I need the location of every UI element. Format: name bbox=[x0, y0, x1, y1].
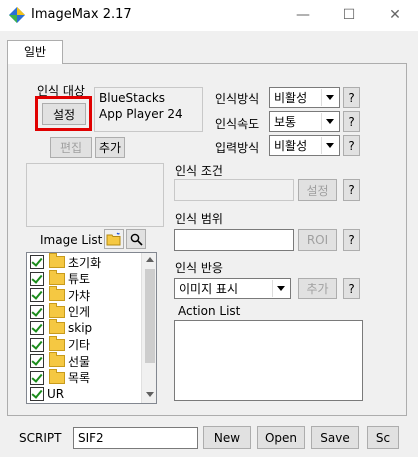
recog-speed-help-button[interactable]: ? bbox=[343, 111, 360, 132]
list-item-label: 목록 bbox=[68, 371, 91, 386]
folder-icon bbox=[49, 302, 65, 318]
folder-icon bbox=[49, 335, 65, 351]
image-preview bbox=[26, 163, 164, 227]
checkbox[interactable] bbox=[30, 255, 44, 270]
target-add-button[interactable]: 추가 bbox=[95, 137, 125, 158]
input-method-value: 비활성 bbox=[274, 139, 308, 153]
title-bar: ImageMax 2.17 — ☐ ✕ bbox=[0, 0, 418, 31]
checkbox[interactable] bbox=[30, 288, 44, 303]
recog-speed-select[interactable]: 보통 bbox=[269, 111, 340, 132]
input-method-label: 입력방식 bbox=[215, 141, 260, 155]
checkbox[interactable] bbox=[30, 337, 44, 352]
list-item-label: 기타 bbox=[68, 338, 91, 353]
list-item[interactable]: 가챠 bbox=[30, 286, 140, 304]
new-folder-icon bbox=[106, 232, 121, 246]
range-help-button[interactable]: ? bbox=[343, 229, 360, 251]
reaction-value: 이미지 표시 bbox=[179, 282, 239, 296]
list-item-label: skip bbox=[68, 321, 93, 336]
chevron-down-icon bbox=[272, 280, 289, 297]
minimize-button[interactable]: — bbox=[280, 0, 326, 31]
folder-icon bbox=[49, 286, 65, 302]
save-button[interactable]: Save bbox=[311, 426, 359, 449]
maximize-button[interactable]: ☐ bbox=[326, 0, 372, 31]
folder-icon bbox=[49, 319, 65, 335]
close-button[interactable]: ✕ bbox=[372, 0, 418, 31]
list-item[interactable]: 기타 bbox=[30, 335, 140, 354]
roi-button[interactable]: ROI bbox=[298, 229, 337, 251]
script-field[interactable]: SIF2 bbox=[73, 427, 198, 449]
image-list-items: 초기화튜토가챠인게skip 기타선물목록UR기차수리 bbox=[30, 253, 140, 404]
checkbox[interactable] bbox=[30, 271, 44, 286]
range-label: 인식 범위 bbox=[175, 212, 223, 226]
checkbox[interactable] bbox=[30, 321, 44, 336]
new-folder-button[interactable] bbox=[104, 229, 124, 249]
condition-label: 인식 조건 bbox=[175, 164, 223, 178]
folder-icon bbox=[49, 368, 65, 384]
list-item-label: UR bbox=[47, 387, 65, 402]
checkbox[interactable] bbox=[30, 387, 44, 402]
reaction-select[interactable]: 이미지 표시 bbox=[174, 278, 291, 299]
condition-help-button[interactable]: ? bbox=[343, 179, 360, 201]
list-item[interactable]: skip bbox=[30, 319, 140, 337]
app-diamond-icon bbox=[9, 7, 25, 23]
chevron-down-icon bbox=[321, 113, 338, 130]
condition-set-button[interactable]: 설정 bbox=[298, 179, 337, 201]
image-list-label: Image List bbox=[40, 233, 103, 247]
recog-method-value: 비활성 bbox=[274, 91, 308, 105]
list-item[interactable]: 기차수리 bbox=[30, 402, 140, 404]
image-list[interactable]: 초기화튜토가챠인게skip 기타선물목록UR기차수리 bbox=[26, 252, 157, 404]
reaction-help-button[interactable]: ? bbox=[343, 278, 360, 299]
range-field[interactable] bbox=[174, 229, 294, 251]
list-item[interactable]: 튜토 bbox=[30, 269, 140, 288]
list-item-label: 인게 bbox=[68, 305, 91, 320]
recog-speed-label: 인식속도 bbox=[215, 117, 260, 131]
recog-speed-value: 보통 bbox=[274, 115, 297, 129]
folder-icon bbox=[49, 352, 65, 368]
list-item[interactable]: 인게 bbox=[30, 302, 140, 321]
action-list-label: Action List bbox=[178, 304, 241, 318]
scroll-down-arrow-icon[interactable] bbox=[146, 392, 154, 397]
list-item-label: 초기화 bbox=[68, 255, 102, 270]
folder-icon bbox=[49, 253, 65, 269]
list-item-label: 튜토 bbox=[68, 272, 91, 287]
input-method-select[interactable]: 비활성 bbox=[269, 135, 340, 156]
checkbox[interactable] bbox=[30, 370, 44, 385]
search-button[interactable] bbox=[126, 229, 146, 249]
recog-method-label: 인식방식 bbox=[215, 92, 260, 106]
target-edit-button[interactable]: 편집 bbox=[50, 137, 92, 158]
window-title: ImageMax 2.17 bbox=[31, 7, 132, 22]
scroll-thumb[interactable] bbox=[145, 269, 155, 363]
target-name-box: BlueStacks App Player 24 bbox=[94, 87, 203, 132]
list-item-label: 가챠 bbox=[68, 288, 91, 303]
sc-button[interactable]: Sc bbox=[367, 426, 399, 449]
search-icon bbox=[130, 233, 143, 246]
list-item[interactable]: UR bbox=[30, 386, 140, 403]
scroll-up-arrow-icon[interactable] bbox=[146, 257, 154, 262]
recog-method-select[interactable]: 비활성 bbox=[269, 87, 340, 108]
folder-icon bbox=[49, 269, 65, 285]
target-name-line1: BlueStacks bbox=[99, 91, 166, 105]
reaction-label: 인식 반응 bbox=[175, 261, 223, 275]
list-item-label: 기차수리 bbox=[47, 402, 91, 403]
open-button[interactable]: Open bbox=[257, 426, 305, 449]
input-method-help-button[interactable]: ? bbox=[343, 135, 360, 156]
image-list-scrollbar[interactable] bbox=[141, 253, 156, 403]
new-button[interactable]: New bbox=[203, 426, 251, 449]
target-name-line2: App Player 24 bbox=[99, 107, 183, 121]
chevron-down-icon bbox=[321, 137, 338, 154]
condition-field bbox=[174, 179, 294, 201]
checkbox[interactable] bbox=[30, 354, 44, 369]
reaction-add-button[interactable]: 추가 bbox=[298, 278, 337, 299]
checkbox[interactable] bbox=[30, 304, 44, 319]
script-label: SCRIPT bbox=[19, 431, 62, 445]
tab-general[interactable]: 일반 bbox=[7, 40, 63, 64]
list-item-label: 선물 bbox=[68, 354, 91, 369]
chevron-down-icon bbox=[321, 89, 338, 106]
list-item[interactable]: 선물 bbox=[30, 352, 140, 370]
highlight-box bbox=[35, 96, 92, 131]
action-list-box[interactable] bbox=[174, 320, 363, 401]
list-item[interactable]: 목록 bbox=[30, 368, 140, 387]
list-item[interactable]: 초기화 bbox=[30, 253, 140, 271]
recog-method-help-button[interactable]: ? bbox=[343, 87, 360, 108]
